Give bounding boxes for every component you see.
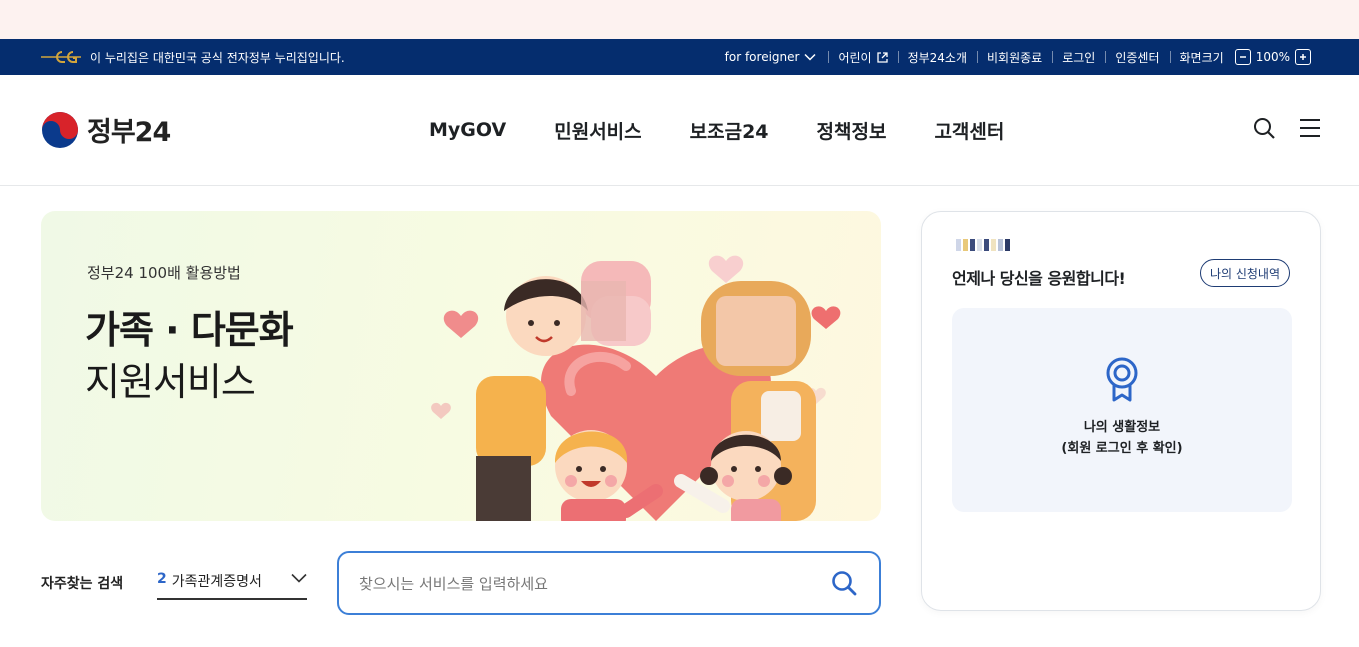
main-navigation: MyGOV 민원서비스 보조금24 정책정보 고객센터 (405, 75, 1028, 185)
zoom-label: 화면크기 (1179, 50, 1224, 65)
chevron-down-icon (804, 53, 816, 61)
utility-menu: for foreigner 어린이 정부24소개 비회원종료 로그인 인증센터 … (715, 39, 1321, 75)
hero-subtitle: 정부24 100배 활용방법 (87, 264, 241, 282)
gov-emblem-icon (41, 51, 81, 63)
site-logo[interactable]: 정부24 (41, 110, 171, 149)
life-info-box[interactable]: 나의 생활정보 (회원 로그인 후 확인) (952, 308, 1292, 512)
frequent-search-label: 자주찾는 검색 (41, 576, 124, 592)
plus-icon (1300, 54, 1306, 60)
user-side-card: 언제나 당신을 응원합니다! 나의 신청내역 나의 생활정보 (회원 로그인 후… (921, 211, 1321, 611)
taegeuk-logo-icon (42, 111, 78, 148)
service-search-input[interactable] (359, 571, 799, 597)
external-link-icon (876, 51, 888, 63)
frequent-search-item: 가족관계증명서 (171, 574, 262, 590)
gov-notice-text: 이 누리집은 대한민국 공식 전자정부 누리집입니다. (90, 50, 345, 65)
hero-title-second-line: 지원서비스 (85, 360, 256, 404)
nonmember-end-link[interactable]: 비회원종료 (977, 49, 1052, 66)
site-header: 정부24 MyGOV 민원서비스 보조금24 정책정보 고객센터 (0, 75, 1359, 186)
for-foreigner-label: for foreigner (724, 50, 800, 64)
nav-policy-info[interactable]: 정책정보 (793, 117, 911, 144)
nav-customer-center[interactable]: 고객센터 (910, 117, 1028, 144)
zoom-control: 화면크기 100% (1169, 49, 1321, 66)
greeting-text: 언제나 당신을 응원합니다! (952, 269, 1126, 288)
nav-mygov[interactable]: MyGOV (405, 119, 530, 141)
zoom-value: 100% (1255, 50, 1290, 64)
my-applications-button[interactable]: 나의 신청내역 (1199, 259, 1290, 287)
for-foreigner-dropdown[interactable]: for foreigner (715, 50, 829, 64)
frequent-search-dropdown[interactable]: 2 가족관계증명서 (157, 571, 307, 600)
header-actions (1253, 117, 1321, 139)
login-link[interactable]: 로그인 (1052, 49, 1105, 66)
menu-icon[interactable] (1299, 117, 1321, 139)
award-badge-icon (1106, 357, 1138, 402)
zoom-buttons: 100% (1234, 49, 1311, 65)
search-button-icon[interactable] (831, 570, 857, 596)
service-search-box (337, 551, 881, 615)
nav-civil-services[interactable]: 민원서비스 (530, 117, 665, 144)
life-info-note: (회원 로그인 후 확인) (1061, 441, 1183, 456)
about-link[interactable]: 정부24소개 (897, 49, 977, 66)
search-section: 자주찾는 검색 2 가족관계증명서 (41, 551, 881, 615)
search-icon[interactable] (1253, 117, 1275, 139)
hero-banner[interactable]: 정부24 100배 활용방법 가족 · 다문화 지원서비스 (41, 211, 881, 521)
kids-link[interactable]: 어린이 (828, 49, 897, 66)
zoom-in-button[interactable] (1295, 49, 1311, 65)
gov-notice: 이 누리집은 대한민국 공식 전자정부 누리집입니다. (40, 39, 345, 75)
frequent-search-rank: 2 (157, 571, 167, 587)
nav-subsidy24[interactable]: 보조금24 (666, 117, 793, 144)
masked-user-name (956, 239, 1010, 251)
cert-center-link[interactable]: 인증센터 (1105, 49, 1169, 66)
life-info-title: 나의 생활정보 (1083, 420, 1161, 435)
logo-text: 정부24 (87, 117, 171, 148)
gov-identifier-bar: 이 누리집은 대한민국 공식 전자정부 누리집입니다. for foreigne… (0, 39, 1359, 75)
kids-label: 어린이 (838, 50, 872, 65)
family-illustration (431, 255, 841, 521)
hero-title: 가족 · 다문화 (85, 308, 294, 352)
chevron-down-icon (291, 573, 307, 583)
promo-strip (0, 0, 1359, 39)
zoom-out-button[interactable] (1234, 49, 1251, 65)
minus-icon (1239, 56, 1246, 58)
